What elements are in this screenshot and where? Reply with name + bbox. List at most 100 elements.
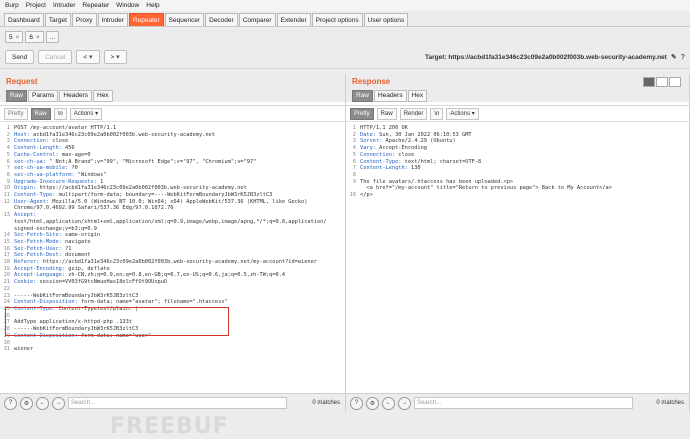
response-tab-headers[interactable]: Headers (374, 89, 407, 102)
code-text: ------WebKitFormBoundaryJbW3rK5JB3zltC3 (14, 292, 139, 299)
request-code-line: 15 Sec-Fetch-Mode: navigate (0, 239, 345, 246)
code-text: Content-Length: 130 (360, 165, 421, 172)
actions-dropdown[interactable]: Actions ▾ (446, 107, 479, 120)
tab-target[interactable]: Target (44, 13, 71, 26)
raw-button[interactable]: Raw (376, 107, 397, 120)
tab-proxy[interactable]: Proxy (71, 13, 97, 26)
forward-button[interactable]: > ▾ (103, 50, 127, 64)
tab-sequencer[interactable]: Sequencer (164, 13, 205, 26)
response-code-line: 4 Vary: Accept-Encoding (346, 145, 689, 152)
line-number: 17 (3, 252, 10, 259)
code-text: Cookie: session=VV03fG9tcNmueHas18elcFfO… (14, 279, 168, 286)
forward-icon[interactable]: → (52, 396, 65, 410)
menu-item-intruder[interactable]: Intruder (53, 2, 75, 9)
code-text: wiener (14, 346, 34, 353)
repeater-subtabs: 5 × 6 × ... (0, 30, 690, 44)
request-code-line: 12 User-Agent: Mozilla/5.0 (Windows NT 10… (0, 199, 345, 206)
code-text: Sec-Fetch-Dest: document (14, 252, 91, 259)
code-text: signed-exchange;v=b3;q=0.9 (14, 225, 97, 232)
code-text: text/html,application/xhtml+xml,applicat… (14, 218, 327, 225)
tab-decoder[interactable]: Decoder (205, 13, 238, 26)
back-icon[interactable]: ← (382, 396, 395, 410)
response-pane: Response Raw Headers Hex Pretty Raw Render… (346, 74, 690, 412)
send-button[interactable]: Send (5, 50, 35, 64)
tab-repeater[interactable]: Repeater (128, 13, 164, 26)
request-tab-raw[interactable]: Raw (6, 89, 28, 102)
menu-item-window[interactable]: Window (116, 2, 139, 9)
pretty-button[interactable]: Pretty (350, 107, 374, 120)
subtab-more[interactable]: ... (45, 31, 60, 43)
help-icon[interactable]: ? (681, 54, 685, 61)
request-code-line: 3 Connection: close (0, 138, 345, 145)
code-text: Sec-Fetch-User: ?1 (14, 245, 72, 252)
raw-button[interactable]: Raw (30, 107, 51, 120)
request-tab-hex[interactable]: Hex (93, 89, 113, 102)
subtab-5[interactable]: 5 × (5, 31, 24, 43)
close-icon[interactable]: × (16, 34, 20, 41)
tab-comparer[interactable]: Comparer (238, 13, 276, 26)
response-tab-raw[interactable]: Raw (352, 89, 374, 102)
settings-icon[interactable]: ⚙ (366, 396, 379, 410)
back-icon[interactable]: ← (36, 396, 49, 410)
forward-icon[interactable]: → (398, 396, 411, 410)
subtab-6[interactable]: 6 × (25, 31, 44, 43)
code-text: Sec-Fetch-Mode: navigate (14, 238, 91, 245)
line-number (0, 219, 14, 226)
line-number: 5 (6, 151, 10, 158)
pretty-button[interactable]: Pretty (4, 107, 28, 120)
render-button[interactable]: Render (399, 107, 428, 120)
code-text: sec-ch-ua: " Not;A Brand";v="99", "Micro… (14, 158, 257, 165)
layout-toggle[interactable] (643, 77, 681, 87)
search-input[interactable]: Search... (68, 397, 287, 409)
request-code-line: 23 ------WebKitFormBoundaryJbW3rK5JB3zltC… (0, 293, 345, 300)
menu-item-repeater[interactable]: Repeater (82, 2, 109, 9)
code-text: Content-Length: 456 (14, 145, 75, 152)
help-icon[interactable]: ? (350, 396, 363, 410)
single-view-icon[interactable] (669, 77, 681, 87)
request-tab-params[interactable]: Params (28, 89, 59, 102)
chevron-down-icon: ▾ (116, 54, 120, 61)
line-number: 9 (352, 178, 356, 185)
menu-item-project[interactable]: Project (26, 2, 46, 9)
actions-label: Actions (450, 110, 471, 117)
back-button[interactable]: < ▾ (76, 50, 100, 64)
code-text: Content-Type: multipart/form-data; bound… (14, 192, 273, 199)
subtab-label: 6 (29, 33, 34, 41)
menu-item-burp[interactable]: Burp (5, 2, 19, 9)
tab-dashboard[interactable]: Dashboard (4, 13, 44, 26)
edit-icon[interactable]: ✎ (671, 53, 677, 61)
actions-dropdown[interactable]: Actions ▾ (69, 107, 103, 120)
request-code-line: 18 Referer: https://acbd1fa31e346c23c09e2… (0, 259, 345, 266)
help-icon[interactable]: ? (4, 396, 17, 410)
code-text: Content-Disposition: form-data; name="av… (14, 299, 228, 306)
request-code-line: 6 sec-ch-ua: " Not;A Brand";v="99", "Micr… (0, 159, 345, 166)
code-text: </p> (360, 192, 373, 199)
request-pane: Request Raw Params Headers Hex Pretty Raw \… (0, 74, 346, 439)
response-editor[interactable]: 1 HTTP/1.1 200 OK 2 Date: Sun, 30 Jan 2022 … (346, 122, 689, 199)
request-code-line: 11 Content-Type: multipart/form-data; bou… (0, 192, 345, 199)
back-label: < (83, 53, 88, 61)
newline-toggle[interactable]: \n (430, 107, 444, 120)
line-number: 6 (6, 158, 10, 165)
tab-intruder[interactable]: Intruder (97, 13, 128, 26)
code-text: Sec-Fetch-Site: same-origin (14, 232, 101, 239)
cancel-button[interactable]: Cancel (38, 50, 73, 64)
search-input[interactable]: Search... (414, 397, 633, 409)
split-horizontal-icon[interactable] (643, 77, 655, 87)
settings-icon[interactable]: ⚙ (20, 396, 33, 410)
tab-project-options[interactable]: Project options (311, 13, 363, 26)
request-tabs: Raw Params Headers Hex (0, 89, 345, 102)
newline-toggle[interactable]: \n (53, 107, 67, 120)
chevron-down-icon: ▾ (89, 54, 93, 61)
tab-extender[interactable]: Extender (276, 13, 311, 26)
code-text: Referer: https://acbd1fa31e346c23c09e2a0… (14, 259, 317, 266)
tab-user-options[interactable]: User options (363, 13, 409, 26)
request-title: Request (0, 74, 345, 89)
close-icon[interactable]: × (36, 34, 40, 41)
request-tab-headers[interactable]: Headers (59, 89, 92, 102)
line-number (0, 226, 14, 233)
response-tab-hex[interactable]: Hex (407, 89, 428, 102)
split-vertical-icon[interactable] (656, 77, 668, 87)
line-number: 21 (3, 279, 10, 286)
menu-item-help[interactable]: Help (146, 2, 159, 9)
